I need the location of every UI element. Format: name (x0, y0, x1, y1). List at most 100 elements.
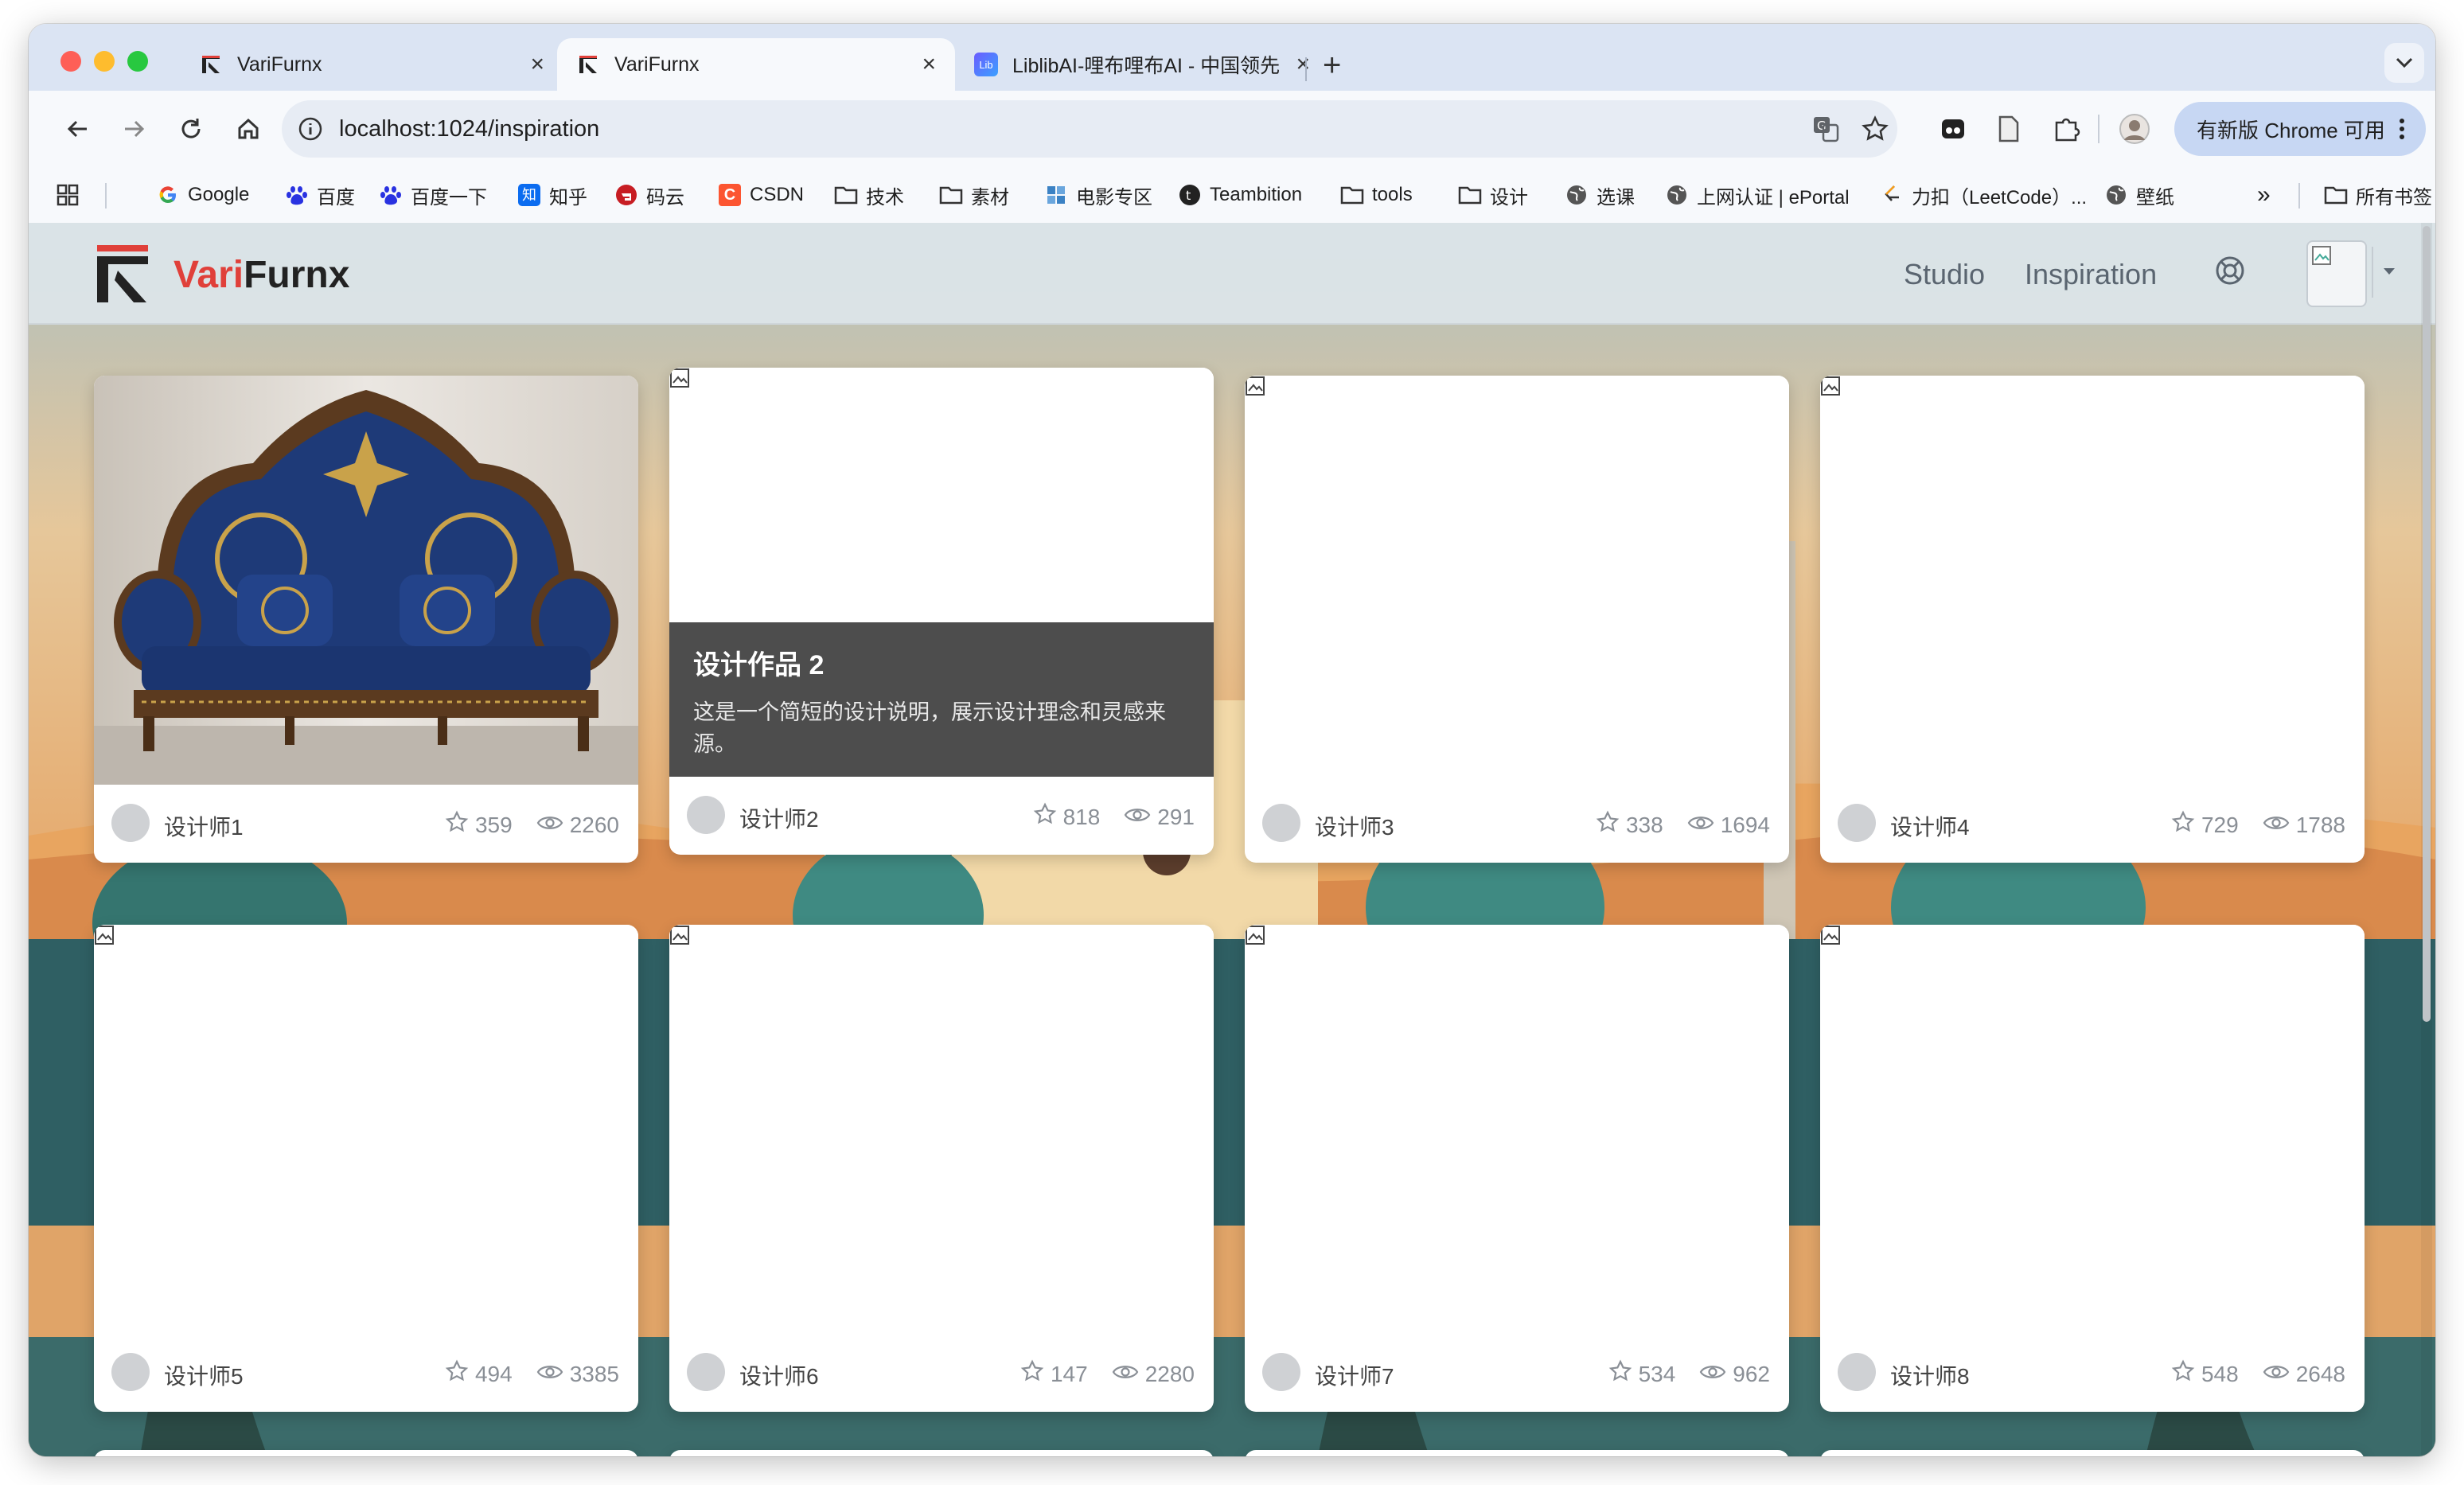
minimize-window-button[interactable] (94, 51, 115, 72)
tab-liblibai[interactable]: Lib LiblibAI-哩布哩布AI - 中国领先 × (955, 38, 1329, 91)
designer-avatar[interactable] (1838, 1353, 1876, 1391)
close-tab-icon[interactable]: × (922, 51, 936, 78)
bookmark-item[interactable]: 力扣（LeetCode）... (1880, 181, 2087, 209)
scrollbar-thumb[interactable] (2423, 226, 2431, 1022)
star-icon[interactable] (2171, 1359, 2201, 1389)
forward-button[interactable] (118, 113, 150, 145)
all-bookmarks-button[interactable]: 所有书签 (2324, 181, 2432, 209)
varifurnx-logo-icon[interactable] (94, 242, 158, 306)
bookmark-item[interactable]: Google (156, 181, 249, 209)
design-image[interactable] (1245, 925, 1789, 1334)
tab-varifurnx-2[interactable]: VariFurnx × (557, 38, 955, 91)
star-icon[interactable] (445, 810, 475, 840)
maximize-window-button[interactable] (127, 51, 148, 72)
user-avatar[interactable] (2306, 240, 2367, 307)
design-card[interactable]: 设计师7 534 962 (1245, 925, 1789, 1412)
translate-icon[interactable]: G (1811, 115, 1840, 143)
design-image[interactable] (669, 925, 1214, 1334)
designer-name[interactable]: 设计师6 (739, 1359, 819, 1391)
bookmark-item[interactable]: 技术 (834, 181, 904, 209)
bookmark-star-icon[interactable] (1861, 115, 1889, 143)
eye-icon (1112, 1362, 1145, 1387)
design-image[interactable] (94, 376, 638, 785)
bookmark-item[interactable]: tools (1340, 181, 1413, 209)
back-button[interactable] (62, 113, 94, 145)
design-card[interactable]: 设计师5 494 3385 (94, 925, 638, 1412)
bookmark-item[interactable]: 上网认证 | ePortal (1665, 181, 1850, 209)
nav-inspiration[interactable]: Inspiration (2025, 258, 2157, 291)
baidu-icon (285, 183, 309, 207)
close-window-button[interactable] (60, 51, 81, 72)
site-info-icon[interactable] (298, 116, 323, 142)
star-icon[interactable] (1608, 1359, 1639, 1389)
bookmark-item[interactable]: 壁纸 (2104, 181, 2174, 209)
bookmark-item[interactable]: 素材 (939, 181, 1009, 209)
star-icon[interactable] (2171, 810, 2201, 840)
tab-search-button[interactable] (2384, 43, 2424, 83)
star-icon[interactable] (445, 1359, 475, 1389)
app-logo[interactable]: VariFurnx (173, 253, 349, 297)
designer-avatar[interactable] (111, 1353, 150, 1391)
designer-avatar[interactable] (111, 804, 150, 842)
reading-mode-button[interactable] (1993, 113, 2025, 145)
bookmark-item[interactable]: 电影专区 (1044, 181, 1152, 209)
bookmark-item[interactable]: 设计 (1458, 181, 1528, 209)
more-bookmarks-button[interactable]: » (2257, 181, 2271, 209)
designer-name[interactable]: 设计师7 (1315, 1359, 1394, 1391)
designer-avatar[interactable] (1262, 804, 1300, 842)
help-lifebuoy-icon[interactable] (2214, 255, 2246, 286)
address-bar[interactable]: localhost:1024/inspiration G (282, 100, 1897, 158)
nav-studio[interactable]: Studio (1904, 258, 1985, 291)
designer-name[interactable]: 设计师2 (739, 802, 819, 834)
design-image[interactable] (1820, 376, 2365, 785)
close-tab-icon[interactable]: × (530, 51, 544, 78)
star-icon[interactable] (1033, 802, 1063, 832)
design-card[interactable]: 设计师4 729 1788 (1820, 376, 2365, 863)
designer-name[interactable]: 设计师1 (164, 810, 244, 842)
design-image[interactable] (94, 925, 638, 1334)
bookmark-item[interactable]: 码云 (614, 181, 684, 209)
chrome-update-button[interactable]: 有新版 Chrome 可用 (2174, 102, 2426, 156)
close-tab-icon[interactable]: × (1296, 51, 1310, 78)
design-card[interactable]: 设计作品 2 这是一个简短的设计说明，展示设计理念和灵感来源。 设计师2 818 291 (669, 368, 1214, 855)
designer-avatar[interactable] (687, 1353, 725, 1391)
designer-name[interactable]: 设计师3 (1315, 810, 1394, 842)
browser-toolbar: localhost:1024/inspiration G 有新版 Chrome … (29, 91, 2435, 167)
design-card[interactable]: 设计师8 548 2648 (1820, 925, 2365, 1412)
design-card[interactable]: 设计师3 338 1694 (1245, 376, 1789, 863)
caret-down-icon[interactable] (2383, 267, 2396, 275)
design-image[interactable] (1820, 925, 2365, 1334)
designer-name[interactable]: 设计师8 (1890, 1359, 1970, 1391)
designer-name[interactable]: 设计师5 (164, 1359, 244, 1391)
bookmark-item[interactable]: C CSDN (718, 181, 804, 209)
star-count: 548 (2201, 1361, 2239, 1386)
bookmark-item[interactable]: t Teambition (1178, 181, 1302, 209)
apps-button[interactable] (56, 181, 80, 209)
star-icon[interactable] (1596, 810, 1626, 840)
designer-avatar[interactable] (1838, 804, 1876, 842)
design-card[interactable]: 设计师1 359 2260 (94, 376, 638, 863)
home-button[interactable] (232, 113, 264, 145)
bookmark-item[interactable]: 百度 (285, 181, 355, 209)
bookmark-item[interactable]: 百度一下 (379, 181, 487, 209)
design-card[interactable] (1245, 1450, 1789, 1456)
extensions-menu-button[interactable] (2050, 113, 2082, 145)
design-card[interactable] (1820, 1450, 2365, 1456)
design-card[interactable] (94, 1450, 638, 1456)
design-image[interactable] (1245, 376, 1789, 785)
baidu-icon (379, 183, 403, 207)
designer-avatar[interactable] (687, 796, 725, 834)
page-scrollbar[interactable] (2421, 223, 2432, 1456)
star-icon[interactable] (1020, 1359, 1051, 1389)
profile-button[interactable] (2119, 113, 2150, 145)
designer-name[interactable]: 设计师4 (1890, 810, 1970, 842)
design-card[interactable] (669, 1450, 1214, 1456)
designer-avatar[interactable] (1262, 1353, 1300, 1391)
tab-varifurnx-1[interactable]: VariFurnx × (180, 38, 563, 91)
bookmark-item[interactable]: 知知乎 (517, 181, 587, 209)
reload-button[interactable] (175, 113, 207, 145)
new-tab-button[interactable]: + (1323, 49, 1341, 81)
extension-button[interactable] (1937, 113, 1969, 145)
design-card[interactable]: 设计师6 147 2280 (669, 925, 1214, 1412)
bookmark-item[interactable]: 选课 (1565, 181, 1635, 209)
